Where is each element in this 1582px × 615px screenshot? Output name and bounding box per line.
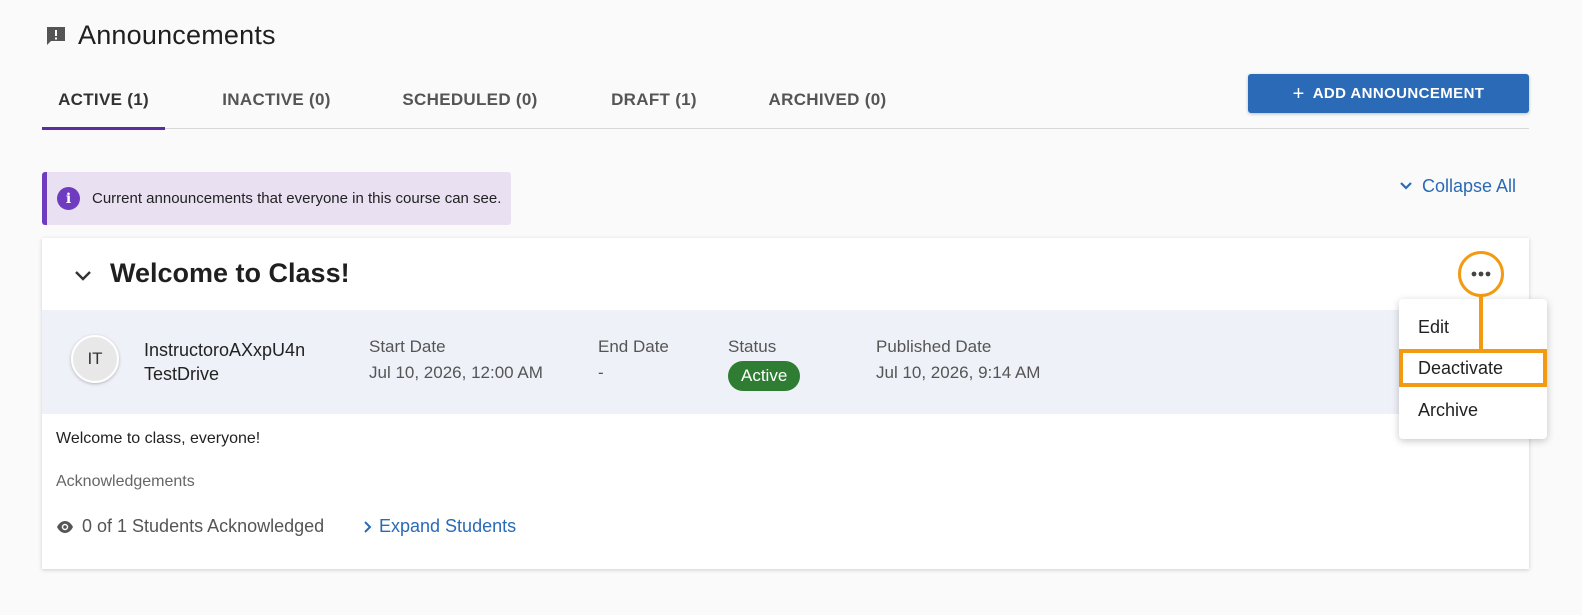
expand-students-label: Expand Students xyxy=(379,516,517,536)
info-banner-text: Current announcements that everyone in t… xyxy=(92,190,502,207)
announcement-title: Welcome to Class! xyxy=(110,258,350,288)
start-date-label: Start Date xyxy=(369,337,446,356)
more-options-button[interactable] xyxy=(1458,251,1504,297)
announcement-body: Welcome to class, everyone! xyxy=(56,430,261,447)
collapse-all-button[interactable]: Collapse All xyxy=(1398,174,1516,198)
acknowledgements-label: Acknowledgements xyxy=(56,473,195,490)
add-announcement-button[interactable]: + ADD ANNOUNCEMENT xyxy=(1248,74,1529,113)
avatar: IT xyxy=(71,335,119,383)
tab-draft[interactable]: DRAFT (1) xyxy=(595,72,713,128)
end-date: End Date - xyxy=(598,336,669,384)
announcement-meta: IT InstructoroAXxpU4n TestDrive Start Da… xyxy=(42,310,1529,414)
acknowledged-count: 0 of 1 Students Acknowledged xyxy=(56,516,324,537)
expand-students-link[interactable]: Expand Students xyxy=(363,516,516,537)
chevron-down-icon xyxy=(1400,182,1412,190)
acknowledged-count-text: 0 of 1 Students Acknowledged xyxy=(82,516,325,536)
announcement-header: Welcome to Class! xyxy=(42,238,1529,310)
page-header: Announcements xyxy=(44,20,276,51)
published-date-label: Published Date xyxy=(876,337,992,356)
collapse-all-label: Collapse All xyxy=(1422,175,1517,196)
status-badge: Active xyxy=(728,361,801,391)
menu-item-edit[interactable]: Edit xyxy=(1399,308,1547,346)
end-date-label: End Date xyxy=(598,337,669,356)
author-name: InstructoroAXxpU4n TestDrive xyxy=(144,338,305,386)
chevron-down-icon[interactable] xyxy=(72,264,94,286)
plus-icon: + xyxy=(1292,82,1305,105)
menu-item-deactivate[interactable]: Deactivate xyxy=(1399,349,1547,387)
tab-inactive[interactable]: INACTIVE (0) xyxy=(205,72,348,128)
start-date: Start Date Jul 10, 2026, 12:00 AM xyxy=(369,336,543,384)
tab-scheduled[interactable]: SCHEDULED (0) xyxy=(385,72,555,128)
author-name-line1: InstructoroAXxpU4n xyxy=(144,340,306,360)
author-name-line2: TestDrive xyxy=(144,364,220,384)
announcement-actions-menu: Edit Deactivate Archive xyxy=(1399,299,1547,439)
published-date-value: Jul 10, 2026, 9:14 AM xyxy=(876,363,1041,382)
menu-item-archive[interactable]: Archive xyxy=(1399,391,1547,429)
tab-active[interactable]: ACTIVE (1) xyxy=(42,72,165,130)
eye-icon xyxy=(57,520,73,533)
page-title: Announcements xyxy=(78,20,276,50)
more-horizontal-icon xyxy=(1471,271,1491,277)
info-banner: i Current announcements that everyone in… xyxy=(42,172,511,225)
add-announcement-label: ADD ANNOUNCEMENT xyxy=(1312,85,1485,102)
end-date-value: - xyxy=(598,363,604,382)
start-date-value: Jul 10, 2026, 12:00 AM xyxy=(369,363,543,382)
status: Status Active xyxy=(728,336,801,391)
published-date: Published Date Jul 10, 2026, 9:14 AM xyxy=(876,336,1040,384)
tab-archived[interactable]: ARCHIVED (0) xyxy=(750,72,905,128)
status-label: Status xyxy=(728,337,777,356)
info-icon: i xyxy=(57,187,80,210)
announcement-icon xyxy=(47,26,65,45)
announcement-card: Welcome to Class! IT InstructoroAXxpU4n … xyxy=(42,238,1529,569)
chevron-right-icon xyxy=(364,520,372,533)
highlight-connector xyxy=(1479,296,1483,349)
